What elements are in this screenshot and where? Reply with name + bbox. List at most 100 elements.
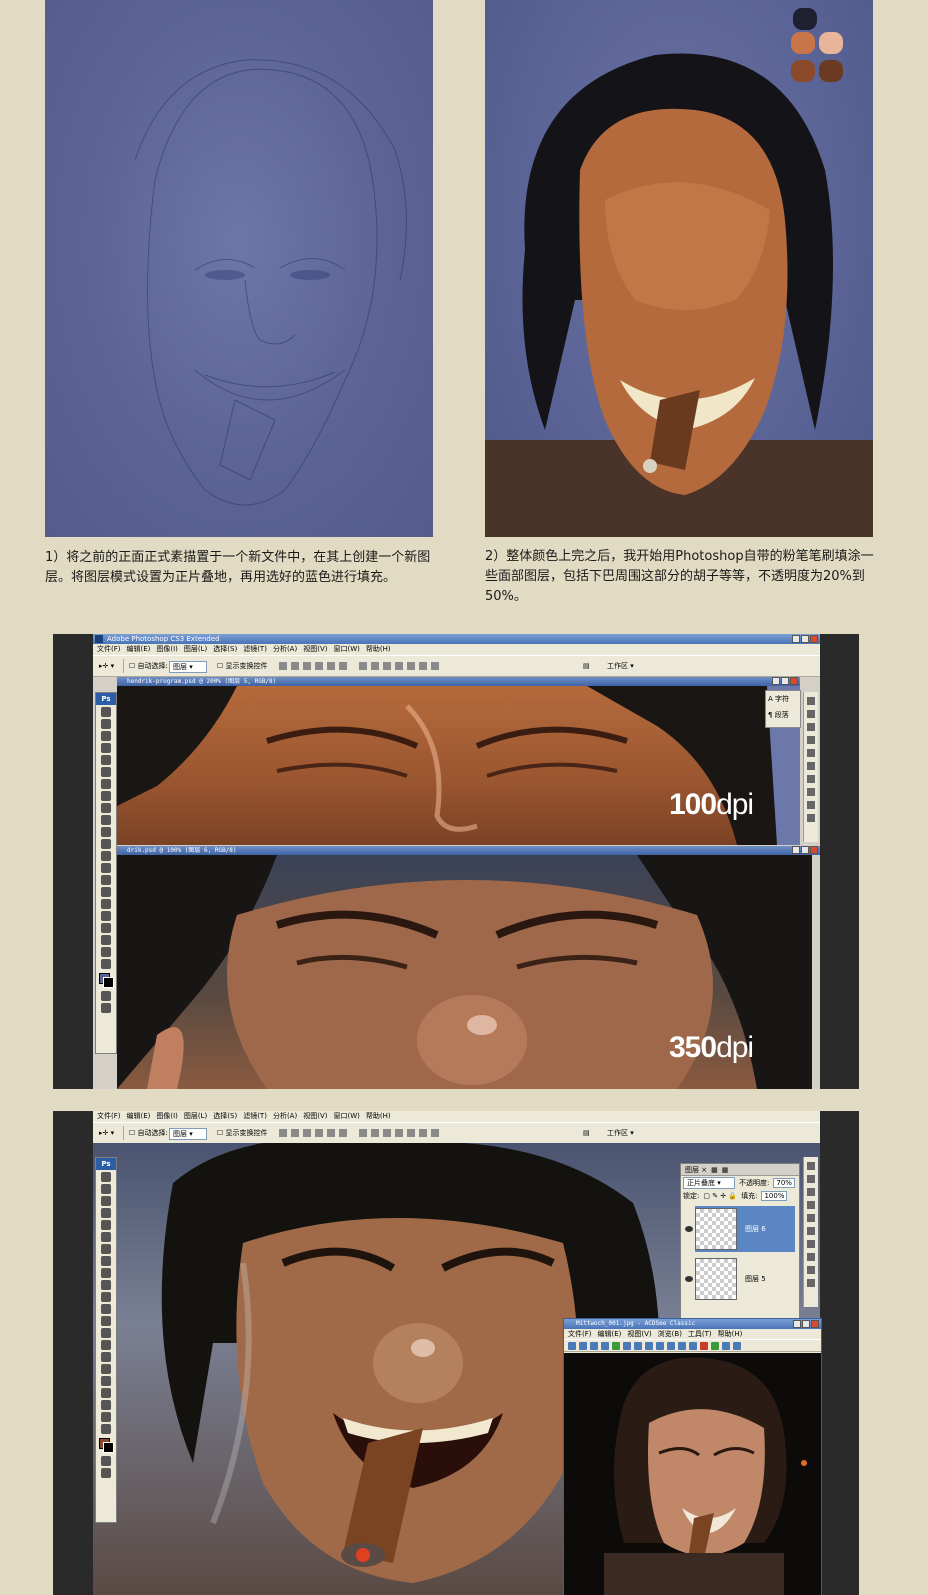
brush-tool-icon[interactable] — [101, 1256, 111, 1266]
workspace-menu[interactable]: 工作区 ▾ — [607, 661, 634, 671]
hand-tool-icon[interactable] — [101, 1412, 111, 1422]
magic-wand-tool-icon[interactable] — [101, 743, 111, 753]
marquee-tool-icon[interactable] — [101, 1184, 111, 1194]
maximize-button[interactable] — [801, 635, 809, 643]
eyedropper-tool-icon[interactable] — [101, 935, 111, 945]
history-dock-icon[interactable] — [807, 1201, 815, 1209]
copy-icon[interactable] — [678, 1342, 686, 1350]
eraser-tool-icon[interactable] — [101, 1292, 111, 1302]
close-button[interactable] — [810, 635, 818, 643]
shape-tool-icon[interactable] — [101, 1376, 111, 1386]
workspace-menu[interactable]: 工作区 ▾ — [607, 1128, 634, 1138]
shape-tool-icon[interactable] — [101, 911, 111, 921]
distribute-icons[interactable] — [359, 1129, 439, 1137]
acd-menu-help[interactable]: 帮助(H) — [718, 1329, 743, 1339]
menu-filter[interactable]: 滤镜(T) — [243, 644, 267, 655]
lock-icons[interactable]: ▢ ✎ ✛ 🔒 — [703, 1192, 737, 1200]
channels-dock-icon[interactable] — [807, 710, 815, 718]
workspace-icon[interactable]: ▤ — [583, 661, 590, 671]
menu-view[interactable]: 视图(V) — [303, 644, 327, 655]
layer-row-6[interactable]: 图层 6 — [685, 1206, 795, 1252]
opacity-input[interactable]: 70% — [773, 1178, 795, 1188]
blur-tool-icon[interactable] — [101, 851, 111, 861]
doc2-close-button[interactable] — [810, 846, 818, 854]
eraser-tool-icon[interactable] — [101, 827, 111, 837]
move-tool-icon[interactable]: ▸✛ ▾ — [99, 1128, 114, 1138]
close-button[interactable] — [811, 1320, 819, 1328]
menu-analysis[interactable]: 分析(A) — [273, 1111, 297, 1122]
notes-tool-icon[interactable] — [101, 923, 111, 933]
channels-tab-icon[interactable]: ▦ — [711, 1166, 718, 1174]
maximize-button[interactable] — [802, 1320, 810, 1328]
crop-tool-icon[interactable] — [101, 1220, 111, 1230]
auto-select-checkbox[interactable]: ☐ 自动选择: — [129, 1128, 168, 1138]
lasso-tool-icon[interactable] — [101, 731, 111, 741]
acd-menu-view[interactable]: 视图(V) — [627, 1329, 651, 1339]
show-transform-checkbox[interactable]: ☐ 显示变换控件 — [217, 661, 268, 671]
open-icon[interactable] — [579, 1342, 587, 1350]
workspace-icon[interactable]: ▤ — [583, 1128, 590, 1138]
wallpaper-icon[interactable] — [733, 1342, 741, 1350]
eye-icon[interactable] — [685, 1226, 693, 1232]
menu-view[interactable]: 视图(V) — [303, 1111, 327, 1122]
actions-dock-icon[interactable] — [807, 1214, 815, 1222]
forward-icon[interactable] — [601, 1342, 609, 1350]
color-dock-icon[interactable] — [807, 775, 815, 783]
slice-tool-icon[interactable] — [101, 1232, 111, 1242]
doc1-close-button[interactable] — [790, 677, 798, 685]
menu-window[interactable]: 窗口(W) — [333, 644, 359, 655]
dodge-tool-icon[interactable] — [101, 863, 111, 873]
navigator-dock-icon[interactable] — [807, 762, 815, 770]
align-icons[interactable] — [279, 662, 347, 670]
navigator-dock-icon[interactable] — [807, 1227, 815, 1235]
healing-tool-icon[interactable] — [101, 1244, 111, 1254]
fill-input[interactable]: 100% — [761, 1191, 788, 1201]
minimize-button[interactable] — [792, 635, 800, 643]
swatches-dock-icon[interactable] — [807, 1253, 815, 1261]
menu-help[interactable]: 帮助(H) — [366, 1111, 391, 1122]
channels-dock-icon[interactable] — [807, 1175, 815, 1183]
auto-select-dropdown[interactable]: 图层 ▾ — [169, 1128, 207, 1140]
slideshow-icon[interactable] — [711, 1342, 719, 1350]
marquee-tool-icon[interactable] — [101, 719, 111, 729]
lasso-tool-icon[interactable] — [101, 1196, 111, 1206]
acd-menu-file[interactable]: 文件(F) — [568, 1329, 592, 1339]
move-tool-icon[interactable] — [101, 1172, 111, 1182]
pen-tool-icon[interactable] — [101, 875, 111, 885]
stamp-tool-icon[interactable] — [101, 803, 111, 813]
quick-mask-icon[interactable] — [101, 1456, 111, 1466]
crop-tool-icon[interactable] — [101, 755, 111, 765]
paths-tab-icon[interactable]: ▦ — [722, 1166, 729, 1174]
history-brush-tool-icon[interactable] — [101, 815, 111, 825]
print-icon[interactable] — [656, 1342, 664, 1350]
character-tab[interactable]: A 字符 — [766, 691, 800, 707]
blend-mode-dropdown[interactable]: 正片叠底 ▾ — [683, 1177, 735, 1189]
back-icon[interactable] — [590, 1342, 598, 1350]
zoom-out-icon[interactable] — [634, 1342, 642, 1350]
gradient-tool-icon[interactable] — [101, 839, 111, 849]
menu-file[interactable]: 文件(F) — [97, 644, 121, 655]
doc2-minimize-button[interactable] — [792, 846, 800, 854]
menu-filter[interactable]: 滤镜(T) — [243, 1111, 267, 1122]
menu-edit[interactable]: 编辑(E) — [127, 1111, 151, 1122]
auto-select-dropdown[interactable]: 图层 ▾ — [169, 661, 207, 673]
magic-wand-tool-icon[interactable] — [101, 1208, 111, 1218]
hand-tool-icon[interactable] — [101, 947, 111, 957]
menu-edit[interactable]: 编辑(E) — [127, 644, 151, 655]
actions-dock-icon[interactable] — [807, 749, 815, 757]
paths-dock-icon[interactable] — [807, 723, 815, 731]
history-dock-icon[interactable] — [807, 736, 815, 744]
color-swatches[interactable] — [99, 1438, 114, 1453]
acd-menu-tools[interactable]: 工具(T) — [688, 1329, 712, 1339]
zoom-in-icon[interactable] — [623, 1342, 631, 1350]
menu-help[interactable]: 帮助(H) — [366, 644, 391, 655]
doc1-maximize-button[interactable] — [781, 677, 789, 685]
menu-select[interactable]: 选择(S) — [213, 1111, 237, 1122]
color-dock-icon[interactable] — [807, 1240, 815, 1248]
screen-mode-icon[interactable] — [101, 1468, 111, 1478]
zoom-fit-icon[interactable] — [645, 1342, 653, 1350]
info-dock-icon[interactable] — [807, 814, 815, 822]
delete-icon[interactable] — [700, 1342, 708, 1350]
properties-icon[interactable] — [722, 1342, 730, 1350]
doc1-minimize-button[interactable] — [772, 677, 780, 685]
